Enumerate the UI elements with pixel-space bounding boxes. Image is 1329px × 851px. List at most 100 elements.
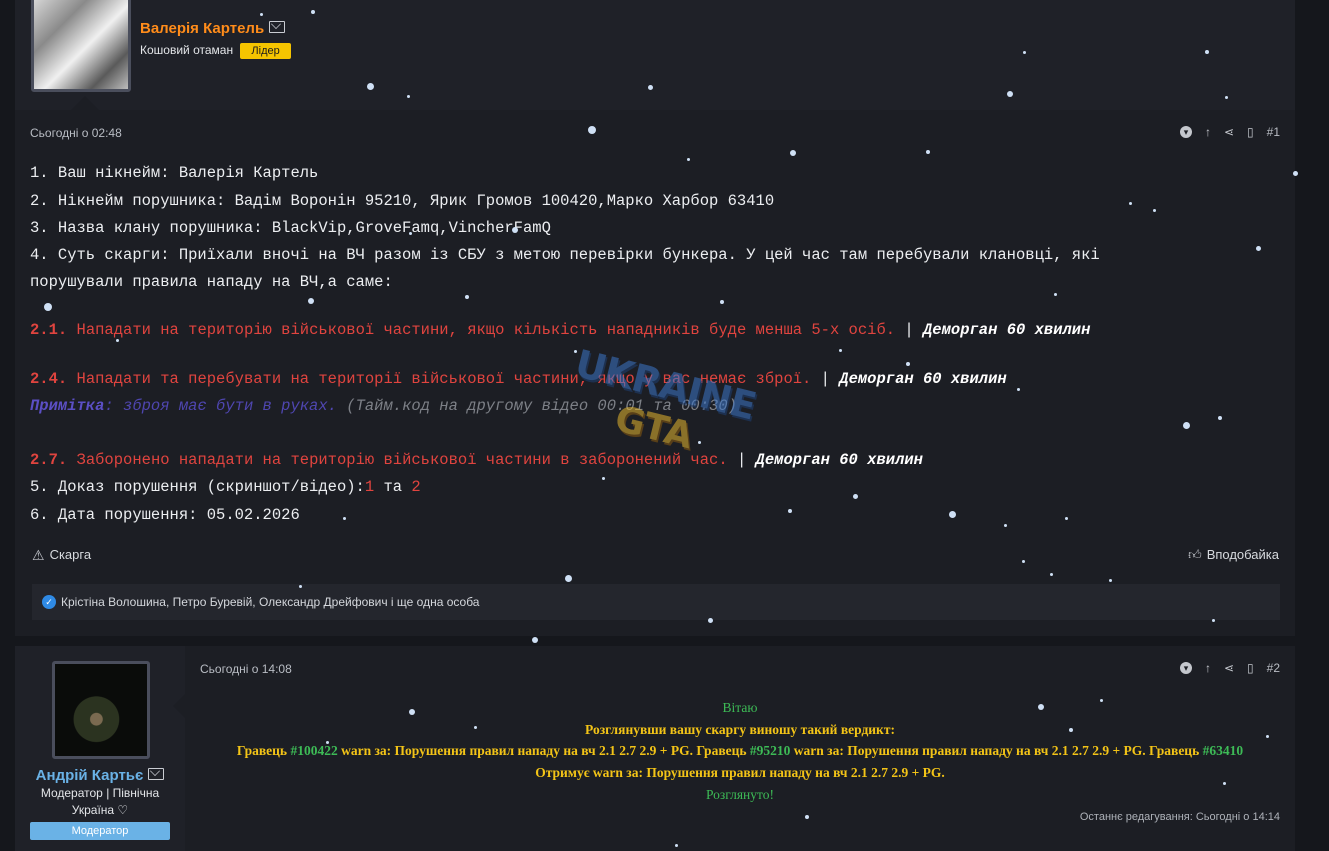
post-number[interactable]: #1 xyxy=(1267,125,1280,139)
post-2: Андрій Картьє Модератор | Північна Украї… xyxy=(15,646,1295,851)
snowflake xyxy=(1224,95,1228,99)
post-1-user-bar: Валерія Картель Кошовий отаман Лідер xyxy=(15,0,1295,110)
user-bar-pointer xyxy=(71,96,99,110)
rule-text: Нападати на територію військової частини… xyxy=(76,321,896,339)
snowflake xyxy=(1292,170,1298,176)
snowflake xyxy=(311,10,315,14)
snowflake xyxy=(342,516,346,520)
bookmark-icon[interactable]: ▯ xyxy=(1247,662,1254,674)
snowflake xyxy=(564,574,572,582)
snowflake xyxy=(308,298,314,304)
snowflake xyxy=(707,617,713,623)
snowflake xyxy=(1222,781,1226,785)
share-icon[interactable]: ⋖ xyxy=(1224,662,1234,674)
rule-number: 2.4. xyxy=(30,370,68,388)
snowflake xyxy=(1053,292,1057,296)
post-date[interactable]: Сьогодні о 14:08 xyxy=(200,662,292,676)
snowflake xyxy=(906,362,910,366)
snowflake xyxy=(1069,728,1073,732)
snowflake xyxy=(473,725,477,729)
verdict-text: Гравець xyxy=(236,743,291,758)
avatar[interactable] xyxy=(52,661,150,759)
like-button[interactable]: 👍︎ Вподобайка xyxy=(1188,547,1279,562)
snowflake xyxy=(298,584,302,588)
snowflake xyxy=(588,126,596,134)
punishment: Деморган 60 хвилин xyxy=(839,370,1007,388)
avatar[interactable] xyxy=(31,0,131,92)
snowflake xyxy=(697,440,701,444)
chevron-down-icon[interactable]: ▾ xyxy=(1179,126,1192,138)
envelope-icon[interactable] xyxy=(269,21,286,33)
report-label: Скарга xyxy=(49,547,92,562)
snowflake xyxy=(926,150,930,154)
verdict-intro: Розглянувши вашу скаргу виношу такий вер… xyxy=(585,722,895,737)
verdict-warn: Отримує warn за: Порушення правил нападу… xyxy=(535,765,945,780)
report-button[interactable]: ⚠ Скарга xyxy=(32,547,91,562)
post-date[interactable]: Сьогодні о 02:48 xyxy=(30,126,122,140)
last-edited[interactable]: Останнє редагування: Сьогодні о 14:14 xyxy=(1080,811,1280,823)
snowflake xyxy=(115,338,119,342)
note-label: Примітка xyxy=(30,397,105,415)
post-1: Валерія Картель Кошовий отаман Лідер Сьо… xyxy=(15,0,1295,636)
snowflake xyxy=(1064,516,1068,520)
evidence-link-1[interactable]: 1 xyxy=(365,478,374,496)
snowflake xyxy=(1218,416,1222,420)
author-title-1: Модератор | Північна xyxy=(40,786,160,800)
post-actions: ▾ ↑ ⋖ ▯ #1 xyxy=(1179,125,1280,139)
author-title-2: Україна ♡ xyxy=(71,803,129,817)
envelope-icon[interactable] xyxy=(148,768,165,780)
snowflake xyxy=(1128,201,1132,205)
arrow-up-icon[interactable]: ↑ xyxy=(1205,126,1211,138)
post-number[interactable]: #2 xyxy=(1267,661,1280,675)
post-actions: ▾ ↑ ⋖ ▯ #2 xyxy=(1179,661,1280,675)
evidence-link-2[interactable]: 2 xyxy=(411,478,420,496)
snowflake xyxy=(512,227,518,233)
snowflake xyxy=(1038,704,1044,710)
line-clan: 3. Назва клану порушника: BlackVip,Grove… xyxy=(30,219,551,237)
snowflake xyxy=(1265,734,1269,738)
punishment: Деморган 60 хвилин xyxy=(755,451,923,469)
author-name[interactable]: Валерія Картель xyxy=(140,20,264,37)
snowflake xyxy=(573,349,577,353)
snowflake xyxy=(788,509,792,513)
snowflake xyxy=(406,94,410,98)
rule-number: 2.1. xyxy=(30,321,68,339)
avatar-image xyxy=(34,0,128,89)
snowflake xyxy=(647,84,653,90)
snowflake xyxy=(686,157,690,161)
snowflake xyxy=(790,150,796,156)
snowflake xyxy=(1152,208,1156,212)
reviewed-status: Розглянуто! xyxy=(706,787,774,802)
line-offenders: 2. Нікнейм порушника: Вадім Воронін 9521… xyxy=(30,192,775,210)
snowflake xyxy=(325,740,329,744)
snowflake xyxy=(1022,50,1026,54)
snowflake xyxy=(1007,91,1013,97)
snowflake xyxy=(805,815,809,819)
separator: | xyxy=(811,370,840,388)
avatar-image xyxy=(55,664,147,756)
author-name[interactable]: Андрій Картьє xyxy=(36,767,144,784)
arrow-up-icon[interactable]: ↑ xyxy=(1205,662,1211,674)
snowflake xyxy=(44,303,52,311)
rule-2-7: 2.7. Заборонено нападати на територію ві… xyxy=(30,451,923,469)
player-id: #95210 xyxy=(749,743,791,758)
snowflake xyxy=(674,843,678,847)
snowflake xyxy=(1016,387,1020,391)
note-text: : зброя має бути в руках. xyxy=(104,397,337,415)
player-id: #100422 xyxy=(290,743,338,758)
thumbs-up-icon: 👍︎ xyxy=(1188,546,1202,562)
snowflake xyxy=(408,231,412,235)
share-icon[interactable]: ⋖ xyxy=(1224,126,1234,138)
verdict-text: warn за: Порушення правил нападу на вч 2… xyxy=(337,743,750,758)
like-reaction-icon: ✓ xyxy=(42,595,56,609)
snowflake xyxy=(1021,559,1025,563)
punishment: Деморган 60 хвилин xyxy=(922,321,1091,339)
likes-text[interactable]: Крістіна Волошина, Петро Буревій, Олекса… xyxy=(61,595,479,609)
rule-2-4: 2.4. Нападати та перебувати на території… xyxy=(30,370,1007,388)
likes-summary[interactable]: ✓ Крістіна Волошина, Петро Буревій, Олек… xyxy=(32,584,1280,620)
chevron-down-icon[interactable]: ▾ xyxy=(1179,662,1192,674)
bookmark-icon[interactable]: ▯ xyxy=(1247,126,1254,138)
author-title: Кошовий отаман xyxy=(140,43,234,57)
snowflake xyxy=(409,709,415,715)
line-nickname: 1. Ваш нікнейм: Валерія Картель xyxy=(30,164,319,182)
